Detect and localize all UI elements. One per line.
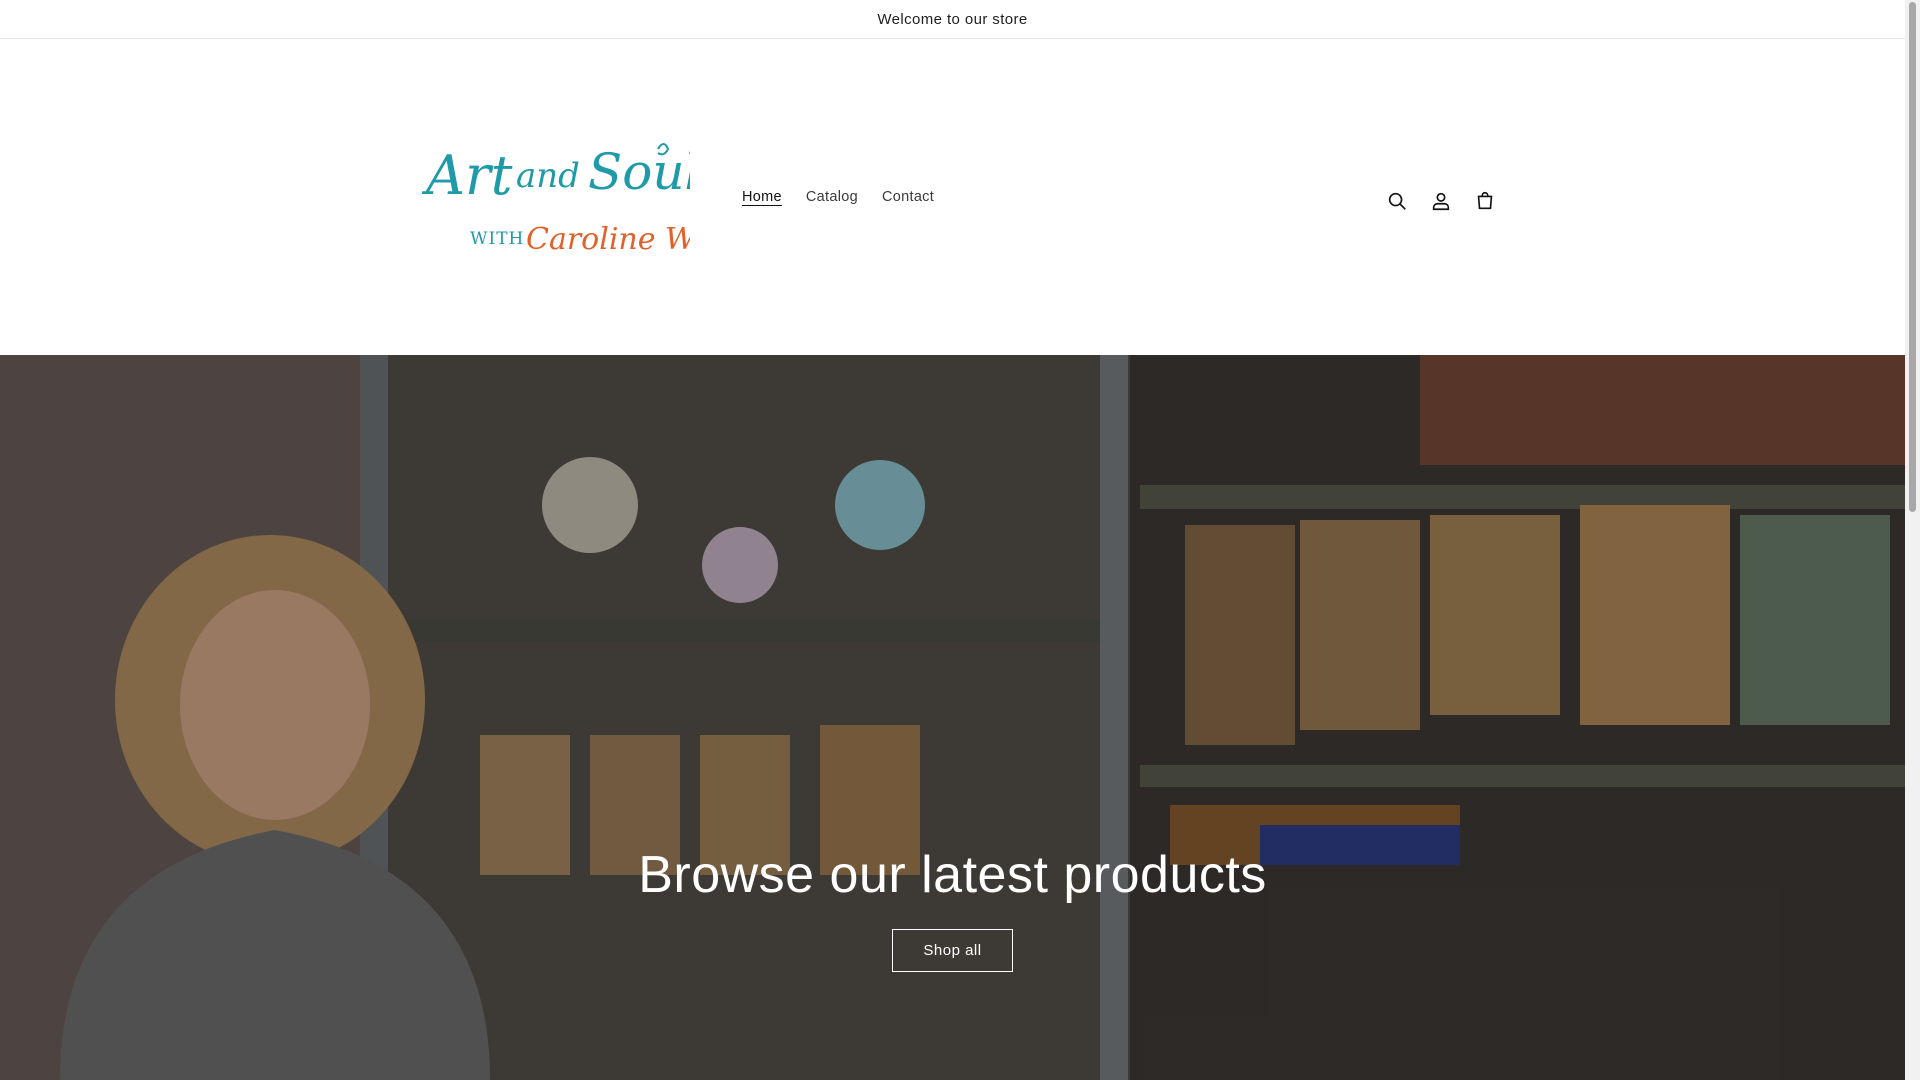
announcement-bar: Welcome to our store <box>0 0 1905 39</box>
svg-text:Caroline Wood: Caroline Wood <box>526 222 690 257</box>
nav-catalog[interactable]: Catalog <box>794 181 870 213</box>
logo-image: Art and Soul WITH Caroline Wood <box>421 143 749 257</box>
account-icon[interactable] <box>1419 179 1463 223</box>
svg-text:Art: Art <box>421 144 513 207</box>
header-icons <box>1375 179 1507 223</box>
svg-text:and: and <box>516 156 580 196</box>
main-nav: Home Catalog Contact <box>730 181 946 213</box>
shop-all-button[interactable]: Shop all <box>892 929 1013 972</box>
cart-icon[interactable] <box>1463 179 1507 223</box>
search-icon[interactable] <box>1375 179 1419 223</box>
hero-banner: Browse our latest products Shop all <box>0 355 1905 1080</box>
nav-contact[interactable]: Contact <box>870 181 946 213</box>
announcement-text: Welcome to our store <box>877 10 1028 28</box>
page: Welcome to our store Art and Soul WITH C… <box>0 0 1905 1080</box>
hero-content: Browse our latest products Shop all <box>0 845 1905 972</box>
scrollbar-thumb[interactable] <box>1909 2 1916 512</box>
hero-title: Browse our latest products <box>638 846 1267 904</box>
logo[interactable]: Art and Soul WITH Caroline Wood <box>418 119 749 279</box>
svg-text:Soul: Soul <box>588 143 690 201</box>
site-header: Art and Soul WITH Caroline Wood Home Cat… <box>0 39 1905 355</box>
page-scrollbar[interactable] <box>1905 0 1920 1080</box>
svg-text:WITH: WITH <box>470 229 524 249</box>
nav-home[interactable]: Home <box>730 181 794 213</box>
